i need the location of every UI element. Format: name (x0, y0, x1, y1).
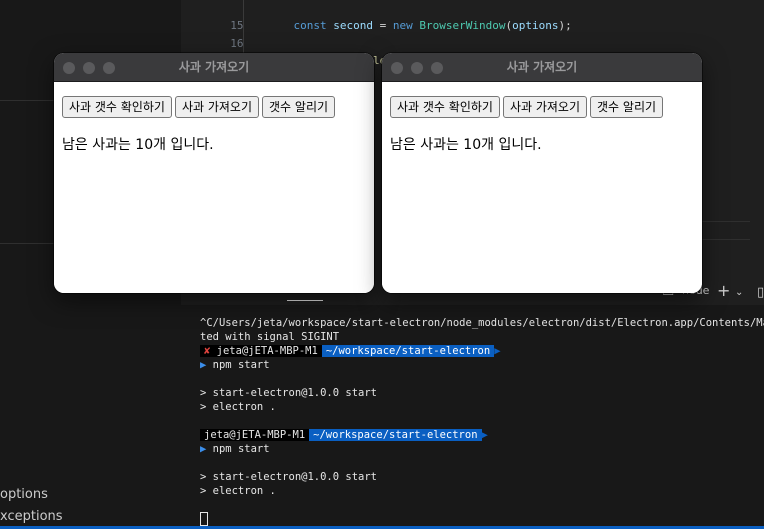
error-mark-icon: ✘ (204, 345, 211, 357)
terminal-output-line: ^C/Users/jeta/workspace/start-electron/n… (200, 317, 764, 329)
prompt-arrow-icon: ▶ (494, 345, 501, 357)
window-title: 사과 가져오기 (178, 60, 250, 74)
notify-count-button[interactable]: 갯수 알리기 (590, 96, 664, 118)
terminal-command: ▶ npm start (200, 359, 270, 371)
terminal-output-line: > electron . (200, 485, 276, 497)
sidebar-item-options[interactable]: options (0, 487, 48, 502)
command-text: npm start (212, 359, 270, 371)
split-terminal-icon[interactable]: ▯ (757, 285, 764, 300)
command-arrow-icon: ▶ (200, 443, 207, 455)
check-apple-count-button[interactable]: 사과 갯수 확인하기 (390, 96, 500, 118)
app-window-first: 사과 가져오기 사과 갯수 확인하기 사과 가져오기 갯수 알리기 남은 사과는 1… (54, 53, 374, 293)
command-arrow-icon: ▶ (200, 359, 207, 371)
terminal-output-line: > start-electron@1.0.0 start (200, 471, 378, 483)
check-apple-count-button[interactable]: 사과 갯수 확인하기 (62, 96, 172, 118)
window-title: 사과 가져오기 (506, 60, 578, 74)
terminal-prompt: jeta@jETA-MBP-M1 ~/workspace/start-electr… (200, 429, 488, 441)
command-text: npm start (212, 443, 270, 455)
terminal-cursor[interactable] (200, 512, 208, 526)
chevron-down-icon[interactable]: ⌄ (735, 287, 743, 298)
plus-icon[interactable]: + (717, 281, 730, 300)
window-titlebar[interactable]: 사과 가져오기 (382, 53, 702, 82)
terminal-prompt: ✘ jeta@jETA-MBP-M1 ~/workspace/start-elec… (200, 345, 501, 357)
terminal-output-line: ted with signal SIGINT (200, 331, 340, 343)
code-line-15: 15 const second = new BrowserWindow(optio… (181, 6, 571, 32)
apple-count-message: 남은 사과는 10개 입니다. (62, 137, 214, 153)
button-row: 사과 갯수 확인하기 사과 가져오기 갯수 알리기 (62, 96, 338, 118)
app-window-second: 사과 가져오기 사과 갯수 확인하기 사과 가져오기 갯수 알리기 남은 사과는 1… (382, 53, 702, 293)
fetch-apple-button[interactable]: 사과 가져오기 (502, 96, 588, 118)
apple-count-message: 남은 사과는 10개 입니다. (390, 137, 542, 153)
window-content: 사과 갯수 확인하기 사과 가져오기 갯수 알리기 남은 사과는 10개 입니다. (382, 82, 702, 293)
code-line-16: 16 (181, 24, 243, 50)
terminal-command: ▶ npm start (200, 443, 270, 455)
fetch-apple-button[interactable]: 사과 가져오기 (174, 96, 260, 118)
prompt-user: jeta@jETA-MBP-M1 (200, 429, 310, 441)
window-content: 사과 갯수 확인하기 사과 가져오기 갯수 알리기 남은 사과는 10개 입니다. (54, 82, 374, 293)
prompt-path: ~/workspace/start-electron (309, 429, 482, 441)
prompt-user: jeta@jETA-MBP-M1 (216, 345, 318, 357)
prompt-arrow-icon: ▶ (481, 429, 488, 441)
active-tab-indicator (287, 300, 323, 301)
button-row: 사과 갯수 확인하기 사과 가져오기 갯수 알리기 (390, 96, 666, 118)
terminal-output-line: > electron . (200, 401, 276, 413)
terminal-output-line: > start-electron@1.0.0 start (200, 387, 378, 399)
sidebar-item-exceptions[interactable]: xceptions (0, 509, 63, 524)
window-titlebar[interactable]: 사과 가져오기 (54, 53, 374, 82)
prompt-path: ~/workspace/start-electron (321, 345, 495, 357)
notify-count-button[interactable]: 갯수 알리기 (262, 96, 336, 118)
